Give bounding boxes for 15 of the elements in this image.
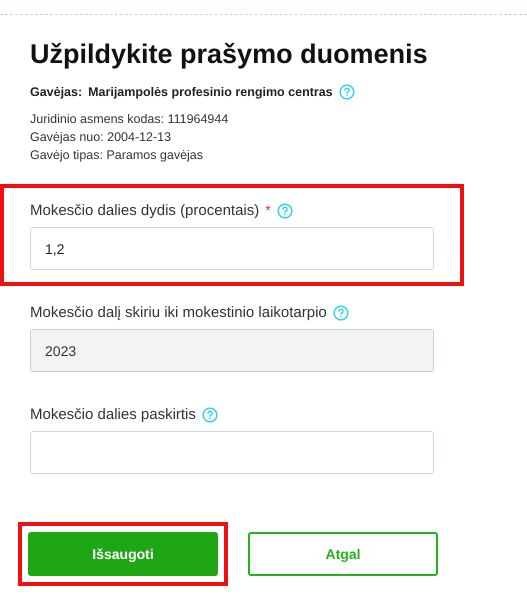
detail-text: Gavėjo tipas: Paramos gavėjas bbox=[30, 148, 204, 162]
field-label: Mokesčio dalies dydis (procentais) bbox=[30, 202, 260, 219]
recipient-label: Gavėjas: bbox=[30, 85, 82, 99]
field-label: Mokesčio dalį skiriu iki mokestinio laikotarpio bbox=[30, 304, 327, 321]
input-field[interactable] bbox=[30, 431, 434, 474]
help-icon[interactable] bbox=[276, 202, 293, 218]
input-field[interactable]: 1,2 bbox=[30, 227, 434, 270]
field-label: Mokesčio dalies paskirtis bbox=[30, 406, 196, 423]
page-title: Užpildykite prašymo duomenis bbox=[30, 39, 429, 70]
required-mark: * bbox=[265, 202, 271, 218]
detail-text: Gavėjas nuo: 2004-12-13 bbox=[30, 130, 172, 144]
recipient-name: Marijampolės profesinio rengimo centras bbox=[88, 85, 333, 99]
help-icon[interactable] bbox=[338, 84, 355, 100]
help-icon[interactable] bbox=[202, 406, 218, 422]
detail-text: Juridinio asmens kodas: 111964944 bbox=[30, 112, 230, 126]
